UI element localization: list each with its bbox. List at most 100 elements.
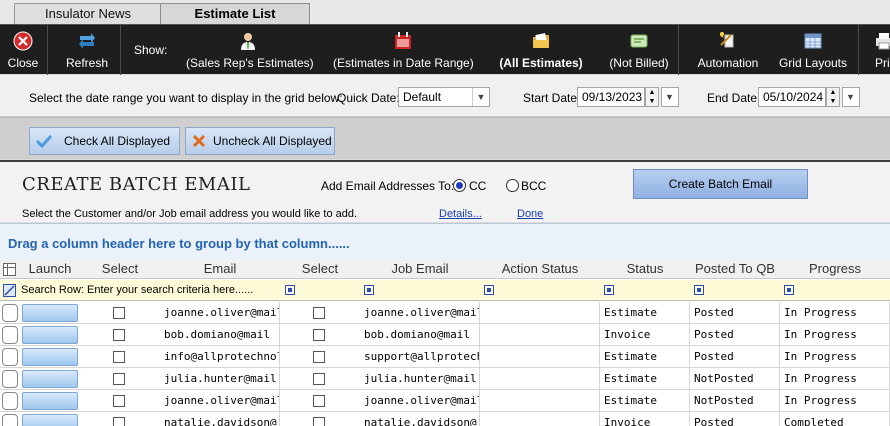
col-progress[interactable]: Progress (780, 261, 890, 276)
table-row[interactable]: bob.domiano@mail bob.domiano@mail Invoice P… (0, 324, 890, 346)
progress-cell: In Progress (780, 302, 890, 324)
col-email[interactable]: Email (160, 261, 280, 276)
column-chooser-icon[interactable] (3, 263, 16, 276)
col-job-email[interactable]: Job Email (360, 261, 480, 276)
col-select-customer[interactable]: Select (80, 261, 160, 276)
table-row[interactable]: joanne.oliver@mail joanne.oliver@mail Esti… (0, 302, 890, 324)
filter-icon[interactable] (364, 285, 374, 295)
quick-date-select[interactable]: Default ▼ (398, 87, 490, 107)
col-launch[interactable]: Launch (22, 261, 78, 276)
chevron-down-icon[interactable]: ▼ (661, 88, 678, 106)
close-icon (13, 31, 33, 51)
end-date-spinner[interactable]: ▲ ▼ (826, 87, 840, 107)
add-addresses-label: Add Email Addresses To: (321, 179, 455, 193)
uncheck-all-displayed-button[interactable]: Uncheck All Displayed (185, 127, 335, 155)
bcc-label: BCC (521, 179, 547, 193)
launch-button[interactable] (22, 370, 78, 388)
sales-reps-estimates-button[interactable]: (Sales Rep's Estimates) (186, 25, 314, 75)
launch-button[interactable] (22, 304, 78, 322)
table-row[interactable]: julia.hunter@mail.c julia.hunter@mail.c Es… (0, 368, 890, 390)
check-panel: Check All Displayed Uncheck All Displaye… (0, 117, 890, 159)
filter-icon[interactable] (604, 285, 614, 295)
filter-icon[interactable] (694, 285, 704, 295)
select-job-checkbox[interactable] (313, 417, 325, 426)
select-customer-checkbox[interactable] (113, 307, 125, 319)
grid-layouts-button[interactable]: Grid Layouts (772, 25, 854, 75)
group-by-area[interactable]: Drag a column header here to group by th… (0, 223, 890, 259)
select-customer-checkbox[interactable] (113, 417, 125, 426)
start-date-field[interactable]: 09/13/2023 (577, 87, 645, 107)
launch-button[interactable] (22, 348, 78, 366)
start-date-value: 09/13/2023 (582, 90, 643, 104)
select-job-checkbox[interactable] (313, 307, 325, 319)
estimates-in-date-range-button[interactable]: (Estimates in Date Range) (333, 25, 474, 75)
select-job-checkbox[interactable] (313, 351, 325, 363)
table-row[interactable]: natalie.davidson@ natalie.davidson@ Invoic… (0, 412, 890, 426)
start-date-dropdown[interactable]: ▼ (661, 87, 679, 107)
table-row[interactable]: info@allprotechnol support@allprotech Esti… (0, 346, 890, 368)
select-job-checkbox[interactable] (313, 395, 325, 407)
launch-button[interactable] (22, 392, 78, 410)
tab-estimate-list[interactable]: Estimate List (160, 3, 310, 24)
chevron-down-icon[interactable]: ▼ (842, 88, 859, 106)
filter-icon[interactable] (484, 285, 494, 295)
select-customer-checkbox[interactable] (113, 395, 125, 407)
row-selector[interactable] (2, 414, 18, 426)
cc-radio[interactable] (453, 179, 466, 192)
row-selector[interactable] (2, 326, 18, 344)
not-billed-button[interactable]: (Not Billed) (600, 25, 678, 75)
filter-icon[interactable] (784, 285, 794, 295)
filter-icon[interactable] (285, 285, 295, 295)
details-link[interactable]: Details... (439, 208, 482, 220)
person-icon (241, 33, 255, 50)
all-estimates-button[interactable]: (All Estimates) (496, 25, 586, 75)
check-all-displayed-button[interactable]: Check All Displayed (29, 127, 180, 155)
col-select-job[interactable]: Select (280, 261, 360, 276)
grid-header: Launch Select Email Select Job Email Act… (0, 259, 890, 279)
posted-to-qb-cell: Posted (690, 302, 780, 324)
col-action-status[interactable]: Action Status (480, 261, 600, 276)
close-button[interactable]: Close (0, 25, 46, 75)
action-status-cell (480, 412, 600, 426)
refresh-button[interactable]: Refresh (60, 25, 114, 75)
job-email-cell: julia.hunter@mail.c (360, 368, 480, 390)
row-selector[interactable] (2, 392, 18, 410)
progress-cell: In Progress (780, 346, 890, 368)
col-posted-to-qb[interactable]: Posted To QB (690, 261, 780, 276)
select-customer-checkbox[interactable] (113, 351, 125, 363)
row-selector[interactable] (2, 370, 18, 388)
bcc-radio[interactable] (506, 179, 519, 192)
status-cell: Invoice (600, 324, 690, 346)
row-selector[interactable] (2, 348, 18, 366)
done-link[interactable]: Done (517, 208, 543, 220)
action-status-cell (480, 368, 600, 390)
start-date-spinner[interactable]: ▲ ▼ (645, 87, 659, 107)
search-row[interactable]: Search Row: Enter your search criteria h… (0, 280, 890, 301)
automation-button[interactable]: Automation (690, 25, 766, 75)
table-row[interactable]: joanne.oliver@mail joanne.oliver@mail Esti… (0, 390, 890, 412)
tab-insulator-news[interactable]: Insulator News (14, 3, 162, 24)
select-job-checkbox[interactable] (313, 329, 325, 341)
select-job-checkbox[interactable] (313, 373, 325, 385)
all-estimates-label: (All Estimates) (499, 56, 583, 70)
status-cell: Estimate (600, 390, 690, 412)
chevron-down-icon[interactable]: ▼ (472, 88, 489, 106)
action-status-cell (480, 324, 600, 346)
action-status-cell (480, 346, 600, 368)
email-cell: joanne.oliver@mail (160, 302, 280, 324)
create-batch-email-button[interactable]: Create Batch Email (633, 169, 808, 199)
launch-button[interactable] (22, 326, 78, 344)
progress-cell: In Progress (780, 390, 890, 412)
print-button[interactable]: Pri (866, 25, 890, 75)
select-customer-checkbox[interactable] (113, 373, 125, 385)
launch-button[interactable] (22, 414, 78, 426)
end-date-field[interactable]: 05/10/2024 (758, 87, 826, 107)
col-status[interactable]: Status (600, 261, 690, 276)
select-customer-checkbox[interactable] (113, 329, 125, 341)
end-date-dropdown[interactable]: ▼ (842, 87, 860, 107)
batch-instruction: Select the Customer and/or Job email add… (22, 208, 358, 220)
magic-wand-icon (720, 32, 734, 48)
calendar-icon (395, 32, 411, 49)
folder-icon (533, 33, 549, 48)
row-selector[interactable] (2, 304, 18, 322)
